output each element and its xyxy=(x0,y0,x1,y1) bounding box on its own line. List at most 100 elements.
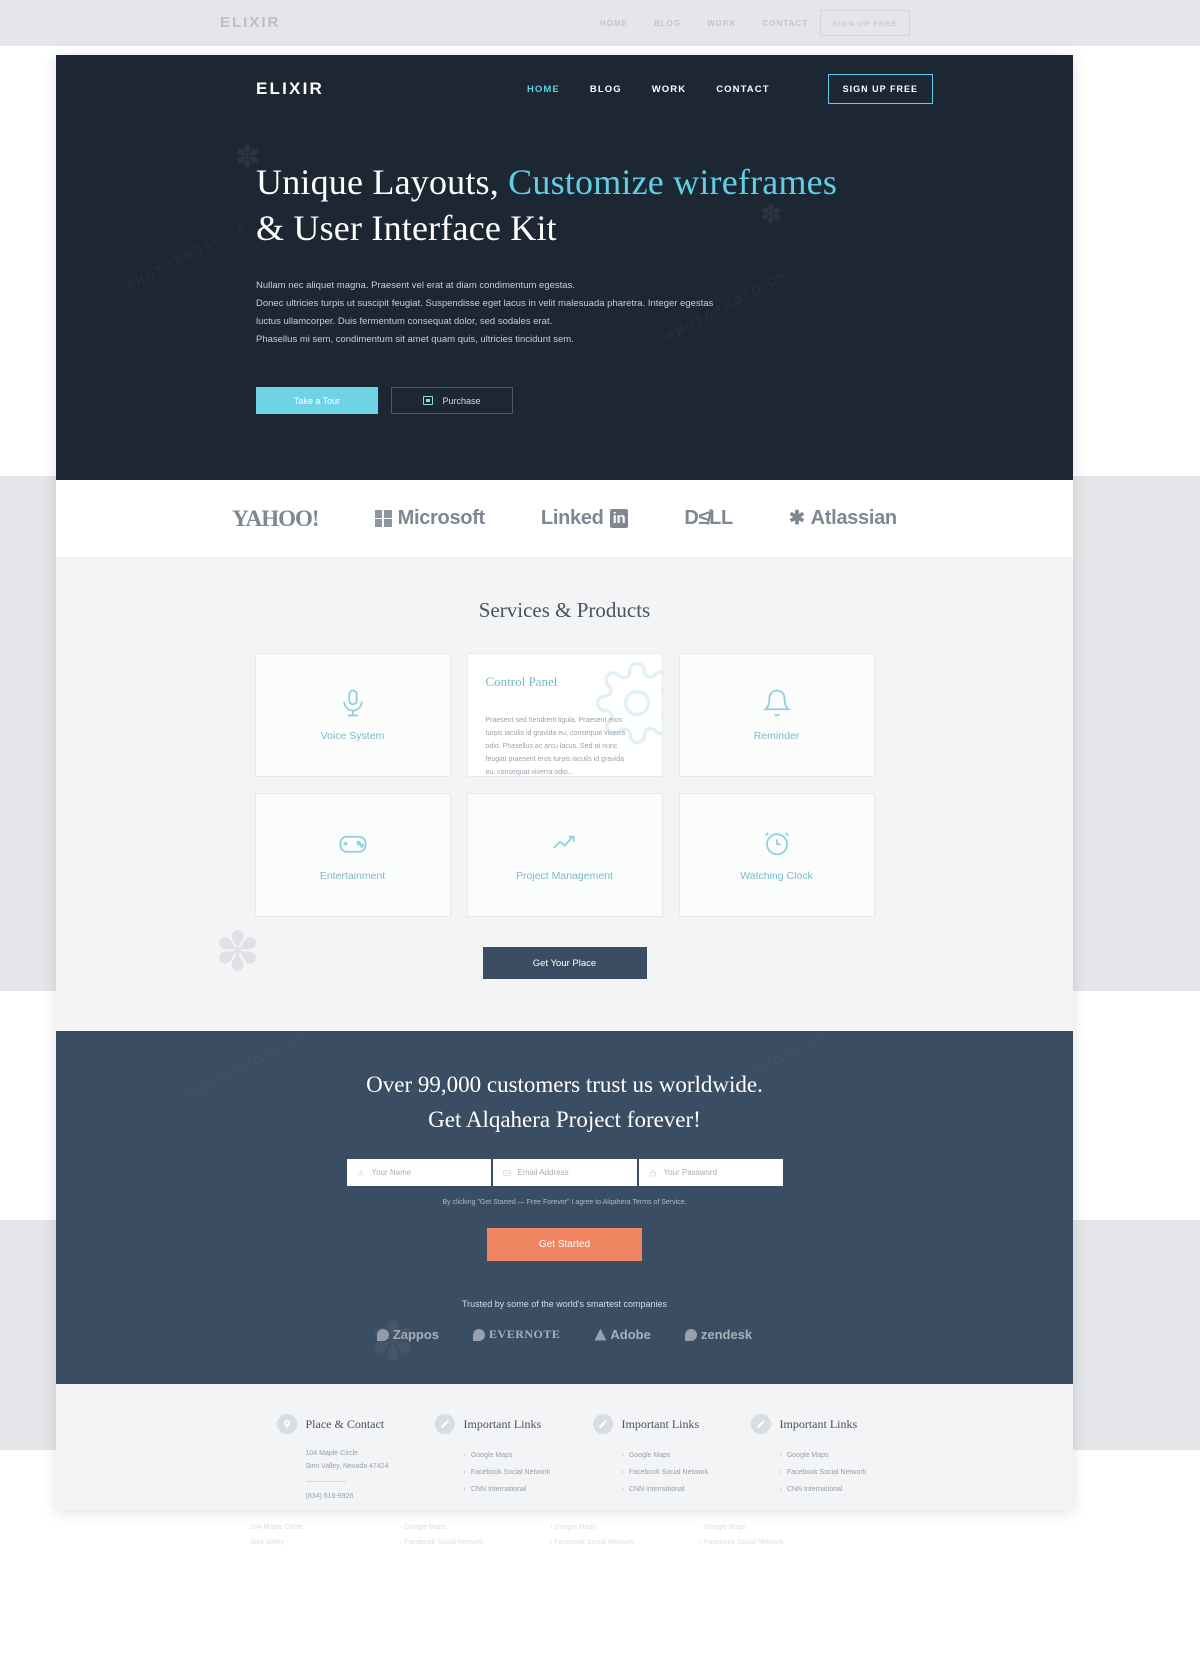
microsoft-label: Microsoft xyxy=(397,507,486,529)
control-panel-title: Control Panel xyxy=(485,674,558,689)
hero-buttons: Take a Tour Purchase xyxy=(256,387,1073,414)
service-card-reminder[interactable]: Reminder xyxy=(678,653,875,777)
cta-heading-line-2: Get Alqahera Project forever! xyxy=(428,1107,701,1132)
user-icon xyxy=(357,1169,364,1176)
email-field-placeholder: Email Address xyxy=(517,1168,569,1177)
services-card-grid: Voice System Control Panel Praesent sed … xyxy=(56,653,1073,917)
footer-column-header: Important Links xyxy=(750,1414,909,1434)
hero-paragraph-line-1: Nullam nec aliquet magna. Praesent vel e… xyxy=(256,280,575,291)
location-pin-icon xyxy=(276,1414,297,1434)
ghost-foot-col-3: › Google Maps › Facebook Social Network xyxy=(550,1524,634,1546)
cart-icon xyxy=(423,396,434,405)
bell-icon xyxy=(762,689,791,717)
footer-link[interactable]: Google Maps xyxy=(780,1447,909,1464)
cta-section: Over 99,000 customers trust us worldwide… xyxy=(56,1031,1073,1384)
gamepad-icon xyxy=(339,835,366,853)
footer-column-title: Important Links xyxy=(463,1416,542,1431)
footer-link[interactable]: Facebook Social Network xyxy=(780,1464,909,1481)
signup-form: Your Name Email Address Your Password xyxy=(56,1159,1073,1186)
footer-column-links-2: Important Links Google Maps Facebook Soc… xyxy=(592,1414,751,1503)
password-field[interactable]: Your Password xyxy=(638,1159,783,1186)
hero-paragraph-line-2: Donec ultricies turpis ut suscipit feugi… xyxy=(256,298,714,309)
pencil-icon xyxy=(750,1414,771,1434)
footer-link[interactable]: Google Maps xyxy=(622,1447,751,1464)
backdrop-ghost-footer: 104 Maple Circle Simi Valley › Google Map… xyxy=(0,1520,1200,1580)
footer-address-line-1: 104 Maple Circle xyxy=(305,1450,359,1457)
get-your-place-button[interactable]: Get Your Place xyxy=(482,947,647,979)
footer-column-title: Place & Contact xyxy=(305,1416,385,1431)
envelope-icon xyxy=(502,1169,511,1176)
footer-link[interactable]: CNN International xyxy=(622,1481,751,1498)
service-card-entertainment[interactable]: Entertainment xyxy=(254,793,451,917)
email-field[interactable]: Email Address xyxy=(492,1159,637,1186)
nav-item-blog[interactable]: BLOG xyxy=(590,84,622,95)
hero-heading: Unique Layouts, Customize wireframes & U… xyxy=(256,159,1073,251)
evernote-label: EVERNOTE xyxy=(489,1327,561,1341)
footer-column-links-1: Important Links Google Maps Facebook Soc… xyxy=(434,1414,593,1503)
trending-up-icon xyxy=(552,835,575,849)
service-card-control-panel[interactable]: Control Panel Praesent sed hendrerit lig… xyxy=(466,653,663,777)
ghost-foot-col-2: › Google Maps › Facebook Social Network xyxy=(400,1524,484,1546)
dell-logo: D≰LL xyxy=(684,507,733,529)
adobe-logo: Adobe xyxy=(594,1327,651,1342)
nav-item-contact[interactable]: CONTACT xyxy=(716,84,769,95)
trust-logo-row: Zappos EVERNOTE Adobe zendesk xyxy=(56,1327,1073,1342)
terms-note: By clicking "Get Started — Free Forever"… xyxy=(442,1199,687,1206)
service-card-watching-clock[interactable]: Watching Clock xyxy=(678,793,875,917)
footer-link[interactable]: Facebook Social Network xyxy=(464,1464,593,1481)
evernote-logo: EVERNOTE xyxy=(473,1327,560,1342)
footer-link[interactable]: Facebook Social Network xyxy=(622,1464,751,1481)
hero-paragraph: Nullam nec aliquet magna. Praesent vel e… xyxy=(256,277,726,349)
footer-link[interactable]: CNN International xyxy=(780,1481,909,1498)
ghost-nav-item-work: WORK xyxy=(707,19,737,28)
pencil-icon xyxy=(592,1414,613,1434)
pencil-icon xyxy=(434,1414,455,1434)
footer-address-line-2: Simi Valley, Nevada 47424 xyxy=(305,1463,389,1470)
page-footer: Place & Contact 104 Maple Circle Simi Va… xyxy=(56,1384,1073,1510)
hero-heading-accent: Customize wireframes xyxy=(508,162,838,202)
ghost-nav-links: HOME BLOG WORK CONTACT xyxy=(600,19,808,28)
evernote-elephant-icon xyxy=(473,1328,486,1341)
hero-content: Unique Layouts, Customize wireframes & U… xyxy=(56,101,1073,414)
cta-heading: Over 99,000 customers trust us worldwide… xyxy=(56,1067,1073,1137)
microphone-icon xyxy=(342,689,363,717)
nav-item-home[interactable]: HOME xyxy=(527,84,560,95)
cta-heading-line-1: Over 99,000 customers trust us worldwide… xyxy=(366,1072,763,1097)
service-card-label: Reminder xyxy=(753,730,800,742)
zendesk-label: zendesk xyxy=(700,1327,753,1342)
atlassian-mark-icon: ✱ xyxy=(788,508,805,529)
footer-column-title: Important Links xyxy=(779,1416,858,1431)
purchase-button-label: Purchase xyxy=(442,395,481,406)
gear-icon xyxy=(595,661,662,745)
service-card-voice-system[interactable]: Voice System xyxy=(254,653,451,777)
ghost-foot-col-4: › Google Maps › Facebook Social Network xyxy=(700,1524,784,1546)
adobe-mark-icon xyxy=(594,1328,607,1341)
signup-free-button[interactable]: SIGN UP FREE xyxy=(827,74,933,104)
ghost-nav-item-blog: BLOG xyxy=(654,19,682,28)
yahoo-logo: YAHOO! xyxy=(232,505,319,531)
zappos-label: Zappos xyxy=(392,1327,440,1342)
hero-paragraph-line-3: luctus ullamcorper. Duis fermentum conse… xyxy=(256,316,553,327)
nav-item-work[interactable]: WORK xyxy=(652,84,686,95)
trust-line: Trusted by some of the world's smartest … xyxy=(462,1299,667,1309)
services-section: Services & Products Voice System Control… xyxy=(56,558,1073,1031)
footer-divider xyxy=(305,1481,346,1482)
footer-link-list: Google Maps Facebook Social Network CNN … xyxy=(751,1447,909,1498)
name-field[interactable]: Your Name xyxy=(346,1159,491,1186)
client-logo-strip: YAHOO! Microsoft Linked in D≰LL ✱ Atlass… xyxy=(56,480,1073,558)
footer-link[interactable]: CNN International xyxy=(464,1481,593,1498)
purchase-button[interactable]: Purchase xyxy=(391,387,513,414)
atlassian-logo: ✱ Atlassian xyxy=(789,507,897,530)
service-card-label: Entertainment xyxy=(319,870,386,882)
hero-heading-part1: Unique Layouts, xyxy=(256,162,499,202)
footer-link[interactable]: Google Maps xyxy=(464,1447,593,1464)
brand-logo[interactable]: ELIXIR xyxy=(256,79,324,99)
take-a-tour-button[interactable]: Take a Tour xyxy=(256,387,378,414)
service-card-project-management[interactable]: Project Management xyxy=(466,793,663,917)
footer-column-place-contact: Place & Contact 104 Maple Circle Simi Va… xyxy=(276,1414,435,1503)
get-started-button[interactable]: Get Started xyxy=(487,1228,642,1261)
main-navigation: ELIXIR HOME BLOG WORK CONTACT SIGN UP FR… xyxy=(56,55,1073,104)
ghost-nav-item-contact: CONTACT xyxy=(762,19,808,28)
page-artboard: ELIXIR HOME BLOG WORK CONTACT SIGN UP FR… xyxy=(56,55,1073,1510)
ghost-signup-button: SIGN UP FREE xyxy=(820,10,910,36)
